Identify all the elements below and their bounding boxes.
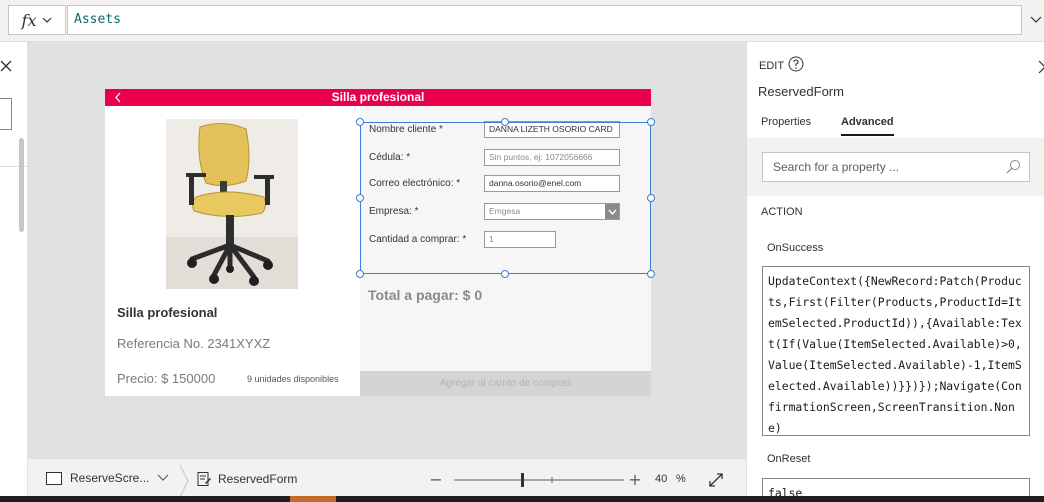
tab-properties[interactable]: Properties [761,116,811,134]
correo-input[interactable]: danna.osorio@enel.com [484,175,620,192]
screen-icon [46,471,62,485]
zoom-out-button[interactable]: − [429,471,443,489]
property-search-input[interactable]: Search for a property ... [762,152,1030,182]
resize-handle-se[interactable] [647,270,655,278]
field-label-correo: Correo electrónico: * [369,178,461,189]
chevron-down-icon [43,17,52,23]
formula-bar: fx Assets [0,0,1044,42]
formula-input[interactable]: Assets [67,5,1022,35]
fx-label: fx [21,10,37,30]
breadcrumb-control[interactable]: ReservedForm [196,471,297,487]
tree-search-input[interactable] [0,98,12,130]
app-header: Silla profesional [105,89,651,106]
product-reference: Referencia No. 2341XYXZ [117,336,271,351]
screen-selector[interactable]: ReserveScre... [46,471,169,485]
resize-handle-ne[interactable] [647,118,655,126]
control-name: ReservedForm [218,472,298,486]
total-label: Total a pagar: $ 0 [368,287,483,303]
onsuccess-formula-input[interactable]: UpdateContext({NewRecord:Patch(Products,… [762,266,1030,436]
canvas: Silla profesional Silla profesional Refe… [28,42,746,458]
help-icon[interactable] [788,56,804,72]
taskbar-active-app[interactable] [290,496,336,502]
zoom-value: 40 [655,473,668,485]
selected-control-name: ReservedForm [758,84,844,99]
app-screen: Silla profesional Silla profesional Refe… [105,89,655,396]
field-label-empresa: Empresa: * [369,206,419,217]
add-to-cart-button[interactable]: Agregar al carrito de compras [360,371,651,396]
field-label-cedula: Cédula: * [369,152,411,163]
zoom-in-button[interactable]: + [628,471,642,489]
app-title: Silla profesional [331,90,425,104]
product-name: Silla profesional [117,305,218,320]
product-image [166,119,298,289]
empresa-selected: Emgesa [489,206,521,216]
units-available: 9 unidades disponibles [247,374,339,384]
close-icon[interactable] [0,60,12,72]
screen-name: ReserveScre... [70,471,150,485]
properties-panel: EDIT ReservedForm Properties Advanced Se… [746,42,1044,502]
reserved-form[interactable]: Nombre cliente * DANNA LIZETH OSORIO CAR… [360,106,651,396]
field-label-cantidad: Cantidad a comprar: * [369,234,467,245]
product-price: Precio: $ 150000 [117,371,216,386]
property-search-area: Search for a property ... [747,138,1044,196]
chevron-down-icon [157,474,169,481]
resize-handle-e[interactable] [647,194,655,202]
tree-view-panel [0,42,28,502]
resize-handle-n[interactable] [501,118,509,126]
resize-handle-w[interactable] [356,194,364,202]
search-placeholder: Search for a property ... [773,160,900,174]
dropdown-chevron-icon [605,204,619,219]
edit-label: EDIT [759,60,785,72]
resize-handle-sw[interactable] [356,270,364,278]
resize-handle-nw[interactable] [356,118,364,126]
zoom-slider[interactable] [454,473,624,487]
property-label-onsuccess: OnSuccess [767,242,824,254]
zoom-unit: % [676,473,686,485]
breadcrumb-separator-icon [179,464,189,498]
property-label-onreset: OnReset [767,453,811,465]
scrollbar[interactable] [19,138,24,232]
search-icon [1006,160,1020,174]
field-label-nombre: Nombre cliente * [369,124,443,135]
cedula-input[interactable]: Sin puntos, ej: 1072056666 [484,149,620,166]
form-icon [197,472,211,486]
fit-to-window-icon[interactable] [708,472,724,488]
expand-formula-icon[interactable] [1028,12,1044,28]
powerapps-studio: fx Assets Silla profesional Silla profes… [0,0,1044,502]
cantidad-input[interactable]: 1 [484,231,556,248]
fx-button[interactable]: fx [8,5,66,35]
empresa-select[interactable]: Emgesa [484,203,620,220]
taskbar [0,496,1044,502]
collapse-panel-icon[interactable] [1036,60,1044,74]
resize-handle-s[interactable] [501,270,509,278]
section-action-heading: ACTION [761,206,803,218]
tab-advanced[interactable]: Advanced [841,116,894,136]
